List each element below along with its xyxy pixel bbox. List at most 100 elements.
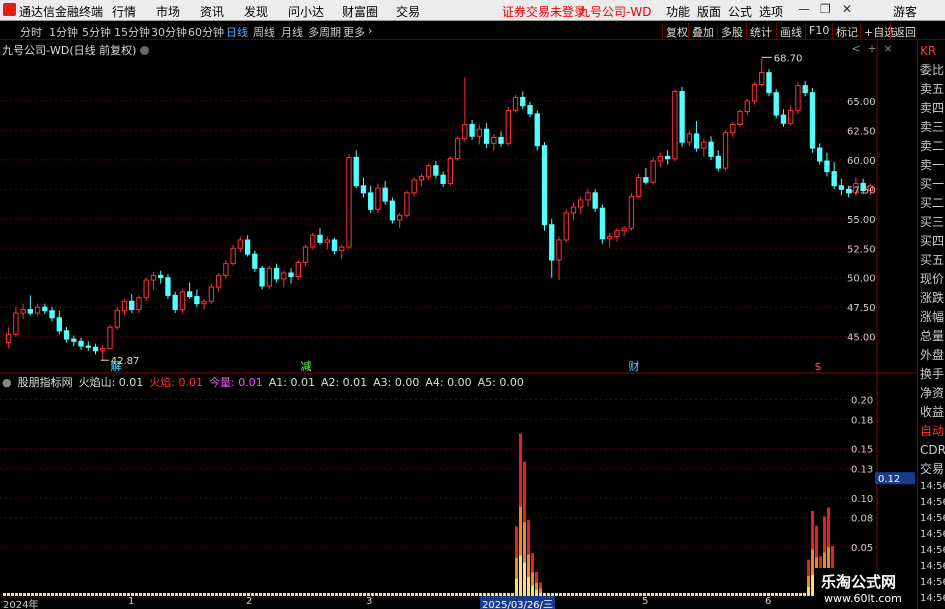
period-tab[interactable]: 更多 [343,24,365,40]
menu-quotes[interactable]: 行情 [112,3,136,20]
candle [737,109,743,127]
minimize-icon[interactable]: — [798,2,810,16]
more-chevron-icon[interactable]: › [368,24,372,37]
side-panel-item[interactable]: 买四 [918,232,945,251]
event-marker[interactable]: 减 [301,360,312,373]
event-marker[interactable]: 财 [629,359,640,373]
toolbar-button[interactable]: 叠加 [688,23,717,39]
candle [215,273,222,292]
menu-layout[interactable]: 版面 [697,3,721,20]
period-tab[interactable]: 60分钟 [188,24,224,40]
side-panel-item[interactable]: 总量 [918,327,945,346]
share-icon[interactable]: < [850,42,862,55]
toolbar-button[interactable]: 标记 [832,23,861,39]
settings-dot-icon[interactable] [139,46,149,55]
period-tab[interactable]: 15分钟 [114,24,150,40]
side-panel-item[interactable]: 卖三 [918,118,945,137]
candle [672,89,678,162]
side-panel-item[interactable]: 买五 [918,251,945,270]
menu-trade[interactable]: 交易 [396,3,420,20]
side-panel-item[interactable]: 14:56 [918,479,945,495]
period-tab[interactable]: 月线 [281,24,303,40]
menu-ask[interactable]: 问小达 [288,3,324,20]
menu-options[interactable]: 选项 [759,3,783,20]
side-panel-item[interactable]: 14:56 [918,559,945,575]
watermark-url: www.60lt.com [824,592,902,605]
candle [172,291,178,314]
user-label[interactable]: 游客 [893,3,917,20]
side-panel-item[interactable]: 现价 [918,270,945,289]
side-panel-item[interactable]: 14:56 [918,527,945,543]
menu-wealth-circle[interactable]: 财富圈 [342,3,378,20]
side-panel-item[interactable]: 委比 [918,61,945,80]
side-panel-item[interactable]: 14:56 [918,575,945,591]
candle [129,294,135,314]
side-panel-item[interactable]: 涨幅 [918,308,945,327]
side-panel-item[interactable]: 14:56 [918,591,945,607]
candle [628,192,635,231]
toolbar-button[interactable]: 统计 [746,23,775,39]
side-panel-item[interactable]: 卖一 [918,156,945,175]
candle [831,162,837,190]
close-icon[interactable]: ✕ [842,2,852,16]
candle [411,177,417,197]
candle [100,344,106,361]
menu-formula[interactable]: 公式 [728,3,752,20]
candle [143,277,149,302]
candle [650,157,656,185]
period-tab[interactable]: 5分钟 [82,24,111,40]
price-axis-tick: 55.00 [847,215,876,226]
menu-function[interactable]: 功能 [666,3,690,20]
side-panel-item[interactable]: 卖二 [918,137,945,156]
menu-discover[interactable]: 发现 [244,3,268,20]
side-panel-item[interactable]: 14:56 [918,495,945,511]
login-notice[interactable]: 证券交易未登录 [502,3,586,20]
menu-news[interactable]: 资讯 [200,3,224,20]
side-panel-item[interactable]: 买二 [918,194,945,213]
add-icon[interactable]: + [866,42,878,55]
menu-market[interactable]: 市场 [156,3,180,20]
close-chart-icon[interactable]: × [882,42,894,55]
event-marker[interactable]: $ [815,360,822,373]
candle [744,98,750,116]
toolbar-button[interactable]: 复权 [662,23,691,39]
period-tab[interactable]: 分时 [20,24,42,40]
candle [5,327,12,349]
side-panel-item[interactable]: 买一 [918,175,945,194]
side-panel-item[interactable]: 卖四 [918,99,945,118]
side-panel-item[interactable]: 交易 [918,460,945,479]
side-panel-item[interactable]: 换手 [918,365,945,384]
side-panel-item[interactable]: 收益 [918,403,945,422]
side-panel-item[interactable]: 自动 [918,422,945,441]
period-tab[interactable]: 1分钟 [49,24,78,40]
side-panel-item[interactable]: 涨跌 [918,289,945,308]
candle [759,57,765,87]
period-tab[interactable]: 30分钟 [151,24,187,40]
indicator-name[interactable]: 股朋指标网 [18,376,73,389]
side-panel-item[interactable]: 14:56 [918,543,945,559]
period-tab-active[interactable]: 日线 [226,24,248,40]
candle [802,80,808,97]
indicator-bar [811,510,814,596]
toolbar-button[interactable]: 多股 [717,23,746,39]
side-panel-item[interactable]: 14:56 [918,511,945,527]
side-panel-item[interactable]: CDR [918,441,945,460]
period-tab[interactable]: 多周期 [308,24,341,40]
candle [78,337,84,350]
side-panel-item[interactable]: 外盘 [918,346,945,365]
candle [310,232,316,250]
candle [614,228,620,242]
side-panel-item[interactable]: 买三 [918,213,945,232]
candle [679,86,685,147]
side-panel-item[interactable]: 净资 [918,384,945,403]
kline-chart[interactable]: 65.00 62.50 60.00 57.50 55.00 52.50 50.00 47.50… [0,40,917,596]
restore-icon[interactable]: ❐ [820,2,831,16]
period-tab[interactable]: 周线 [253,24,275,40]
toolbar-button[interactable]: F10 [805,23,832,39]
side-panel-item[interactable]: 卖五 [918,80,945,99]
toolbar-button[interactable]: 返回 [890,23,919,39]
toolbar-button[interactable]: 画线 [776,23,805,39]
indicator-settings-icon[interactable]: ● [2,376,12,389]
side-panel-item[interactable]: KR [918,42,945,61]
indicator-bar [515,526,518,596]
